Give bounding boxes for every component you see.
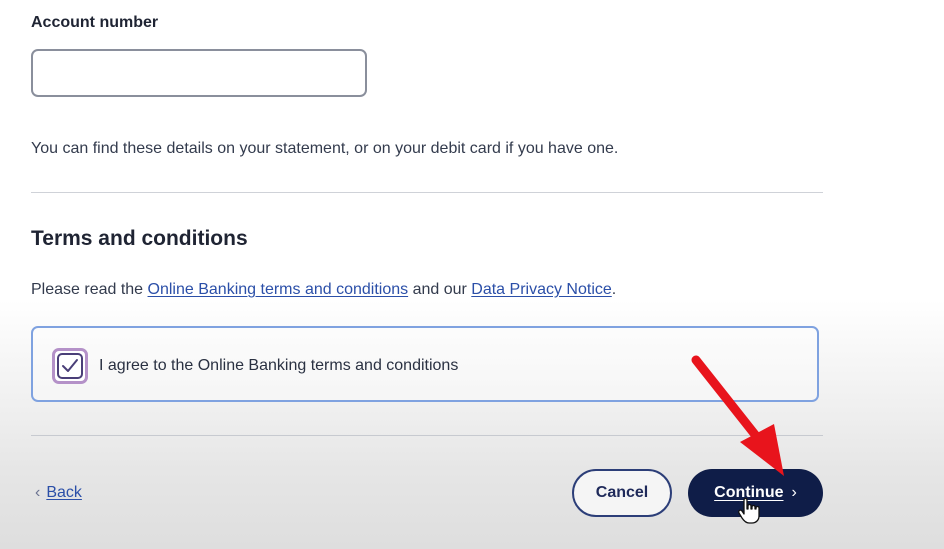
checkmark-icon [62, 359, 78, 372]
continue-button[interactable]: Continue › [688, 469, 823, 517]
terms-link[interactable]: Online Banking terms and conditions [148, 281, 409, 298]
agree-checkbox[interactable] [52, 348, 88, 384]
cancel-button[interactable]: Cancel [572, 469, 672, 517]
account-number-input[interactable] [31, 49, 367, 97]
chevron-right-icon: › [791, 484, 797, 501]
terms-intro-middle: and our [408, 281, 472, 298]
back-link[interactable]: ‹ Back [35, 484, 82, 502]
privacy-notice-link[interactable]: Data Privacy Notice [471, 281, 612, 298]
account-number-label: Account number [31, 14, 159, 31]
chevron-left-icon: ‹ [35, 484, 41, 501]
cancel-label: Cancel [595, 484, 649, 501]
terms-intro-suffix: . [611, 281, 617, 298]
continue-label: Continue [714, 484, 784, 501]
back-label: Back [46, 484, 82, 501]
divider [31, 435, 823, 436]
agree-option[interactable]: I agree to the Online Banking terms and … [31, 326, 819, 402]
terms-intro-prefix: Please read the [31, 281, 148, 298]
divider [31, 192, 823, 193]
checkbox-box [57, 353, 83, 379]
agree-label: I agree to the Online Banking terms and … [99, 357, 459, 374]
terms-intro: Please read the Online Banking terms and… [31, 281, 616, 299]
details-hint: You can find these details on your state… [31, 140, 619, 157]
terms-heading: Terms and conditions [31, 227, 248, 250]
